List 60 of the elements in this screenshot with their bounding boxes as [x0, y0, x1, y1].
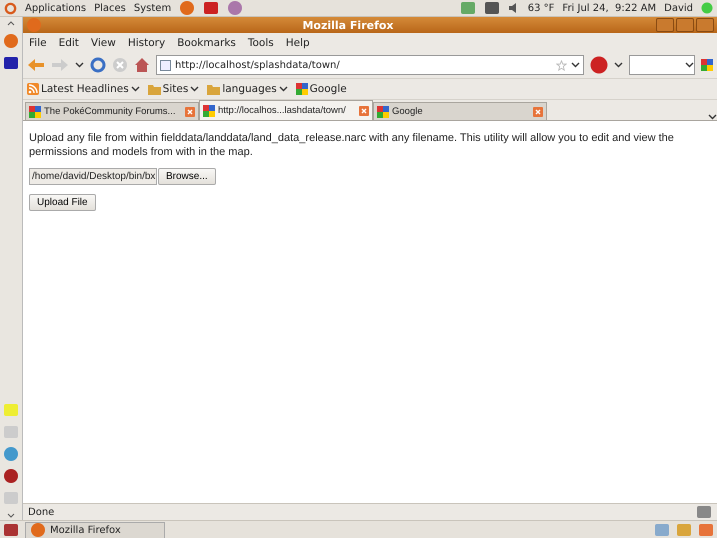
- panel-menu[interactable]: Applications: [25, 2, 86, 14]
- bookmark-item[interactable]: languages: [207, 83, 288, 95]
- google-icon: [203, 104, 215, 116]
- dropdown-icon: [130, 86, 140, 92]
- search-field[interactable]: [629, 55, 695, 75]
- panel-menu[interactable]: System: [134, 2, 172, 14]
- tab-list-icon: [708, 114, 717, 120]
- browse-button[interactable]: Browse...: [158, 168, 216, 185]
- google-icon: [701, 59, 713, 71]
- scroll-down-icon[interactable]: [5, 512, 17, 520]
- file-path-field[interactable]: /home/david/Desktop/bin/bx: [29, 168, 157, 185]
- home-icon[interactable]: [134, 57, 150, 73]
- status-dot-icon[interactable]: [701, 2, 713, 14]
- close-button[interactable]: [696, 18, 714, 32]
- menu-item[interactable]: File: [29, 36, 47, 48]
- menu-item[interactable]: Help: [286, 36, 310, 48]
- panel-clock[interactable]: Fri Jul 24, 9:22 AM: [562, 2, 656, 14]
- dropdown-icon: [571, 62, 580, 68]
- dropdown-icon: [190, 86, 200, 92]
- user-name[interactable]: David: [664, 2, 693, 14]
- close-tab-icon[interactable]: [533, 106, 543, 116]
- browser-tab[interactable]: Google: [373, 102, 547, 120]
- description-text: Upload any file from within fielddata/landdata/land_data_release.narc with any filename. This utility will allow you to edit and view the permissions and models from with in the map.: [29, 131, 675, 159]
- bookmark-item[interactable]: Google: [296, 83, 347, 95]
- bookmark-item[interactable]: Sites: [148, 83, 200, 95]
- folder-icon: [207, 84, 220, 94]
- ubuntu-logo-icon[interactable]: [4, 2, 17, 14]
- dropdown-icon: [614, 62, 623, 68]
- stop-icon[interactable]: [112, 57, 128, 73]
- minimize-button[interactable]: [656, 18, 674, 32]
- bookmark-item[interactable]: Latest Headlines: [27, 83, 140, 95]
- address-field[interactable]: http://localhost/splashdata/town/: [156, 55, 584, 75]
- google-icon: [296, 83, 308, 95]
- maximize-button[interactable]: [676, 18, 694, 32]
- google-icon: [29, 106, 41, 118]
- panel-menu[interactable]: Places: [94, 2, 126, 14]
- menu-item[interactable]: History: [128, 36, 166, 48]
- dropdown-icon: [685, 62, 694, 68]
- reload-icon[interactable]: [90, 57, 106, 73]
- upload-button[interactable]: Upload File: [29, 194, 96, 211]
- history-dropdown-icon: [75, 62, 84, 68]
- google-icon: [377, 106, 389, 118]
- status-text: Done: [28, 506, 56, 518]
- weather-reading[interactable]: 63 °F: [528, 2, 554, 14]
- scroll-up-icon[interactable]: [5, 19, 17, 27]
- star-icon[interactable]: [556, 60, 567, 70]
- close-tab-icon[interactable]: [185, 106, 195, 116]
- menu-item[interactable]: View: [90, 36, 116, 48]
- window-title: Mozilla Firefox: [301, 18, 395, 32]
- taskbar-button[interactable]: Mozilla Firefox: [25, 522, 165, 538]
- feed-icon: [27, 83, 39, 95]
- menu-item[interactable]: Edit: [58, 36, 79, 48]
- folder-icon: [148, 84, 161, 94]
- close-tab-icon[interactable]: [359, 106, 369, 116]
- dropdown-icon: [278, 86, 288, 92]
- menu-item[interactable]: Tools: [248, 36, 274, 48]
- menu-item[interactable]: Bookmarks: [177, 36, 236, 48]
- back-arrow-icon[interactable]: [27, 57, 45, 73]
- browser-tab[interactable]: The PokéCommunity Forums...: [25, 102, 199, 120]
- browser-tab[interactable]: http://localhos...lashdata/town/: [199, 100, 373, 120]
